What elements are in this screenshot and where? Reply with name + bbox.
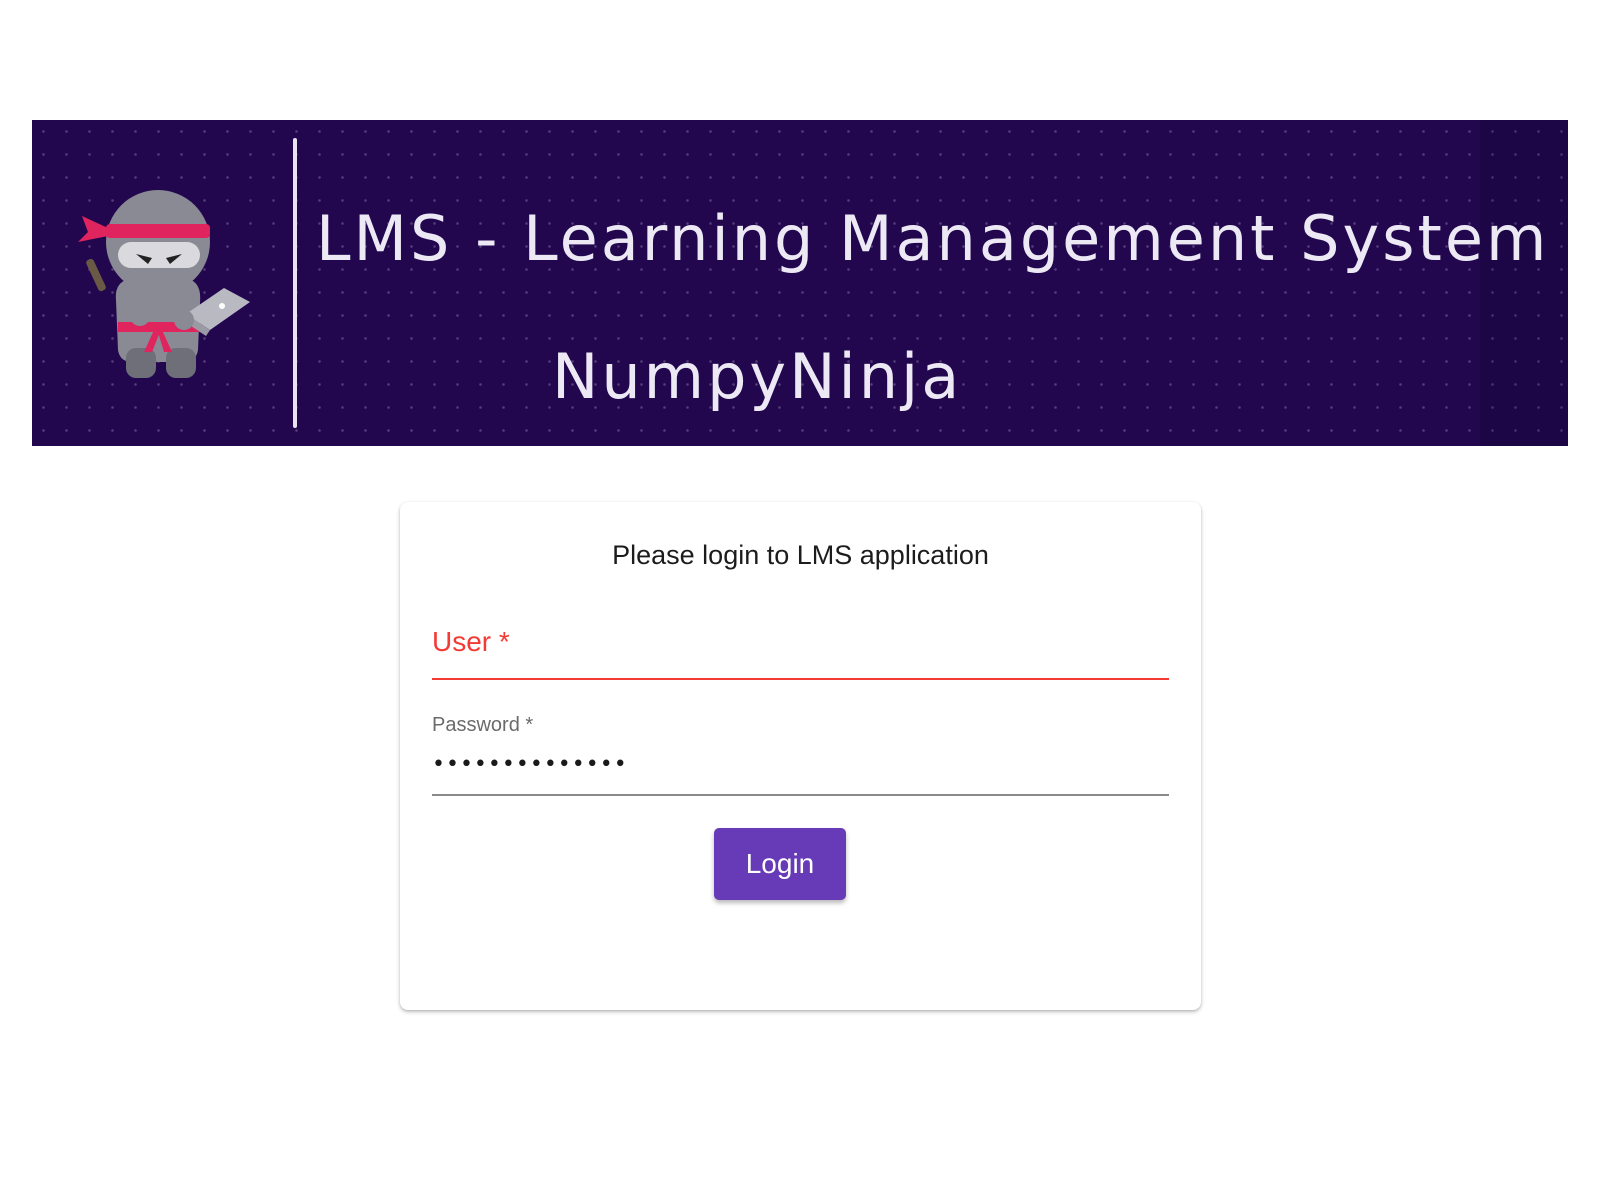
password-field[interactable]: Password * •••••••••••••• bbox=[432, 710, 1169, 796]
banner-divider bbox=[293, 138, 297, 428]
user-label: User * bbox=[432, 626, 510, 657]
ninja-mascot-logo bbox=[78, 190, 250, 378]
login-button[interactable]: Login bbox=[714, 828, 846, 900]
banner-subtitle: NumpyNinja bbox=[552, 340, 963, 413]
login-heading: Please login to LMS application bbox=[612, 540, 989, 570]
login-card: Please login to LMS application User * P… bbox=[400, 502, 1201, 1010]
user-field-underline bbox=[432, 678, 1169, 680]
banner-title: LMS - Learning Management System bbox=[316, 202, 1550, 275]
banner-shade bbox=[1480, 120, 1568, 446]
header-banner: LMS - Learning Management System NumpyNi… bbox=[32, 120, 1568, 446]
user-field[interactable]: User * bbox=[432, 626, 1169, 680]
password-field-underline bbox=[432, 794, 1169, 796]
password-value[interactable]: •••••••••••••• bbox=[432, 752, 628, 777]
password-label: Password * bbox=[432, 714, 534, 736]
